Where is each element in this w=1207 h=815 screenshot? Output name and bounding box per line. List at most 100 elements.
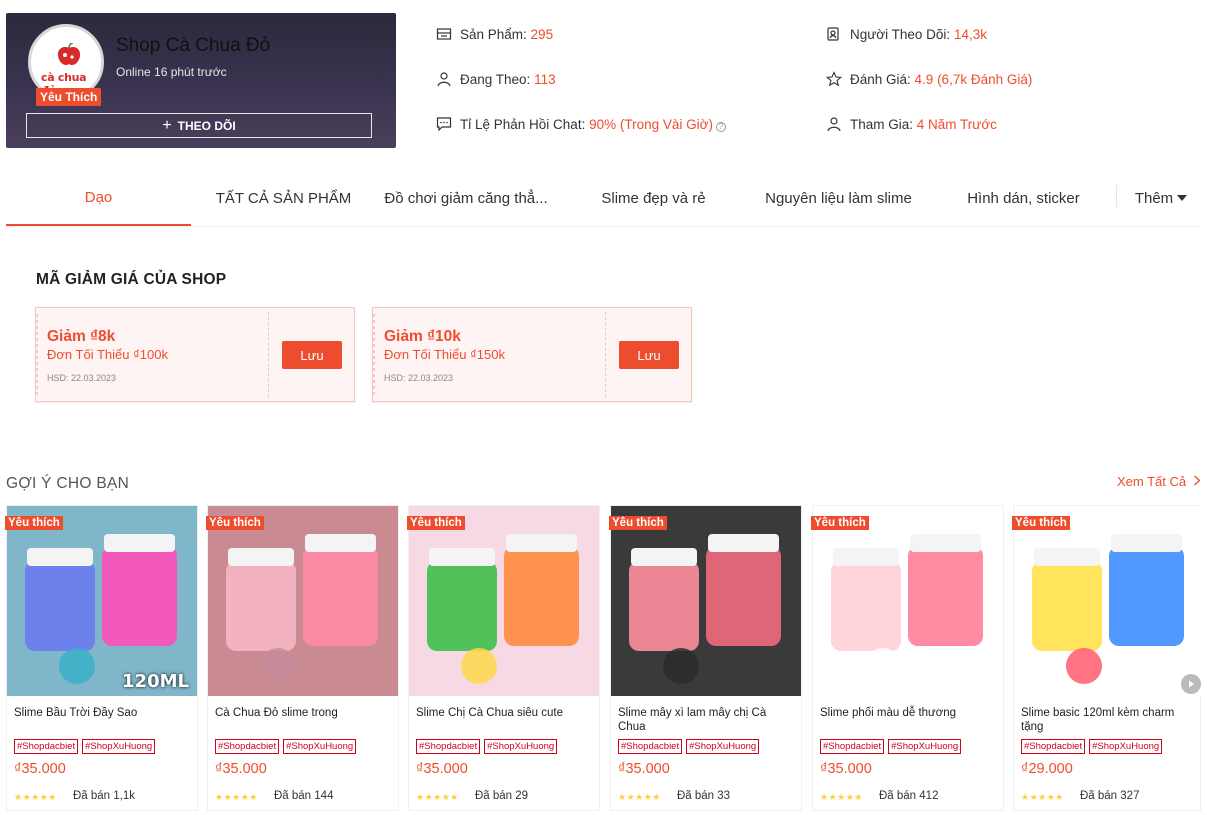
tomato-logo-icon xyxy=(57,43,81,66)
tab-stress-toys[interactable]: Đồ chơi giảm căng thẳ... xyxy=(376,170,556,226)
product-name[interactable]: Slime mây xì lam mây chị Cà Chua xyxy=(618,706,794,734)
product-sold: Đã bán 1,1k xyxy=(73,790,136,802)
product-photo xyxy=(409,506,599,696)
favorite-badge: Yêu thích xyxy=(609,516,667,530)
product-name[interactable]: Slime phối màu dễ thương xyxy=(820,706,996,720)
image-caption: 120ML xyxy=(122,671,189,692)
product-sold: Đã bán 412 xyxy=(879,790,939,802)
tab-more-label: Thêm xyxy=(1134,189,1174,207)
product-tag: #Shopdacbiet xyxy=(1021,739,1086,754)
voucher-min-order: Đơn Tối Thiểu ₫100k xyxy=(47,347,168,362)
rating-stars-icon: ★★★★★ xyxy=(820,792,863,802)
stat-label: Đánh Giá: xyxy=(850,71,915,87)
voucher-title: Giảm ₫8k xyxy=(47,328,116,345)
chat-icon xyxy=(436,117,452,132)
product-image[interactable]: 120ML xyxy=(7,506,197,696)
product-price: ₫35.000 xyxy=(618,761,670,777)
product-card[interactable]: Yêu thích Slime basic 120ml kèm charm tặn… xyxy=(1012,505,1204,811)
vouchers-title: MÃ GIẢM GIÁ CỦA SHOP xyxy=(36,271,227,288)
stat-label: Đang Theo: xyxy=(460,71,535,87)
favorite-badge: Yêu thích xyxy=(206,516,264,530)
product-name[interactable]: Cà Chua Đỏ slime trong xyxy=(215,706,391,720)
product-price: ₫35.000 xyxy=(820,761,872,777)
product-name[interactable]: Slime Bầu Trời Đầy Sao xyxy=(14,706,190,720)
product-photo xyxy=(813,506,1003,696)
product-price: ₫29.000 xyxy=(1021,761,1073,777)
voucher-divider xyxy=(605,312,606,397)
product-tag: #Shopdacbiet xyxy=(820,739,885,754)
stat-value: 4.9 (6,7k Đánh Giá) xyxy=(914,71,1033,87)
recommend-title: GỢI Ý CHO BẠN xyxy=(6,475,130,492)
product-card[interactable]: Yêu thích 120ML Slime Bầu Trời Đầy Sao #Sho… xyxy=(5,505,198,811)
product-tag: #ShopXuHuong xyxy=(484,739,558,754)
product-image[interactable] xyxy=(813,506,1003,696)
product-tags: #Shopdacbiet #ShopXuHuong xyxy=(820,739,962,754)
stat-value: 14,3k xyxy=(953,26,987,42)
stat-chat-response: Tỉ Lệ Phản Hồi Chat: 90% (Trong Vài Giờ)… xyxy=(436,116,726,132)
save-voucher-button[interactable]: Lưu xyxy=(282,341,342,369)
rating-stars-icon: ★★★★★ xyxy=(14,792,57,802)
product-image[interactable] xyxy=(611,506,801,696)
rating-stars-icon: ★★★★★ xyxy=(215,792,258,802)
stat-products: Sản Phẩm: 295 xyxy=(436,26,553,42)
following-icon xyxy=(437,72,451,87)
product-sold: Đã bán 144 xyxy=(274,790,334,802)
tab-stickers[interactable]: Hình dán, sticker xyxy=(951,170,1096,226)
product-price: ₫35.000 xyxy=(416,761,468,777)
product-photo xyxy=(208,506,398,696)
product-tag: #Shopdacbiet xyxy=(215,739,280,754)
stat-followers: Người Theo Dõi: 14,3k xyxy=(826,26,987,42)
play-right-icon xyxy=(1189,680,1194,688)
product-tags: #Shopdacbiet #ShopXuHuong xyxy=(215,739,357,754)
see-all-label: Xem Tất Cả xyxy=(1117,474,1187,489)
product-photo xyxy=(611,506,801,696)
product-tag: #ShopXuHuong xyxy=(82,739,156,754)
product-tag: #ShopXuHuong xyxy=(888,739,962,754)
product-tag: #ShopXuHuong xyxy=(686,739,760,754)
next-products-button[interactable] xyxy=(1181,674,1201,694)
product-tags: #Shopdacbiet #ShopXuHuong xyxy=(618,739,760,754)
tab-more[interactable]: Thêm xyxy=(1126,170,1196,226)
product-card[interactable]: Yêu thích Slime mây xì lam mây chị Cà Chu… xyxy=(609,505,802,811)
product-tags: #Shopdacbiet #ShopXuHuong xyxy=(416,739,558,754)
shop-online-status: Online 16 phút trước xyxy=(116,65,227,79)
product-tag: #Shopdacbiet xyxy=(14,739,79,754)
stat-following: Đang Theo: 113 xyxy=(436,71,556,87)
rating-stars-icon: ★★★★★ xyxy=(1021,792,1064,802)
voucher-edge xyxy=(372,314,375,395)
caret-down-icon xyxy=(1177,195,1188,201)
follow-button[interactable]: + THEO DÕI xyxy=(26,113,372,138)
favorite-badge: Yêu thích xyxy=(407,516,465,530)
product-name[interactable]: Slime basic 120ml kèm charm tặng xyxy=(1021,706,1197,734)
product-photo xyxy=(1014,506,1204,696)
save-voucher-button[interactable]: Lưu xyxy=(619,341,679,369)
voucher-edge xyxy=(35,314,38,395)
shop-header-card: cà chua đỏ Yêu Thích Shop Cà Chua Đỏ Onl… xyxy=(6,13,396,148)
product-name[interactable]: Slime Chị Cà Chua siêu cute xyxy=(416,706,592,720)
product-image[interactable] xyxy=(409,506,599,696)
product-card[interactable]: Yêu thích Cà Chua Đỏ slime trong #Shopdacb… xyxy=(206,505,399,811)
tab-divider xyxy=(1116,185,1117,207)
product-image[interactable] xyxy=(1014,506,1204,696)
product-sold: Đã bán 33 xyxy=(677,790,731,802)
product-tags: #Shopdacbiet #ShopXuHuong xyxy=(1021,739,1163,754)
tab-cheap-slime[interactable]: Slime đẹp và rẻ xyxy=(576,170,731,226)
tab-slime-materials[interactable]: Nguyên liệu làm slime xyxy=(751,170,926,226)
see-all-link[interactable]: Xem Tất Cả xyxy=(1117,474,1201,489)
product-tag: #ShopXuHuong xyxy=(283,739,357,754)
tab-dao[interactable]: Dạo xyxy=(6,170,191,226)
help-icon[interactable]: ? xyxy=(715,121,726,132)
stat-label: Sản Phẩm: xyxy=(460,26,531,42)
tab-all-products[interactable]: TẤT CẢ SẢN PHẨM xyxy=(206,170,361,226)
product-image[interactable] xyxy=(208,506,398,696)
product-price: ₫35.000 xyxy=(215,761,267,777)
product-card[interactable]: Yêu thích Slime Chị Cà Chua siêu cute #Sho… xyxy=(407,505,600,811)
stat-value: 90% (Trong Vài Giờ) xyxy=(589,116,713,132)
followers-icon xyxy=(827,27,839,41)
favorite-badge: Yêu thích xyxy=(811,516,869,530)
product-card[interactable]: Yêu thích Slime phối màu dễ thương #Shopda… xyxy=(811,505,1004,811)
product-tag: #Shopdacbiet xyxy=(416,739,481,754)
favorite-badge: Yêu Thích xyxy=(36,88,102,106)
shop-name: Shop Cà Chua Đỏ xyxy=(116,35,271,56)
voucher-expiry: HSD: 22.03.2023 xyxy=(384,373,454,383)
